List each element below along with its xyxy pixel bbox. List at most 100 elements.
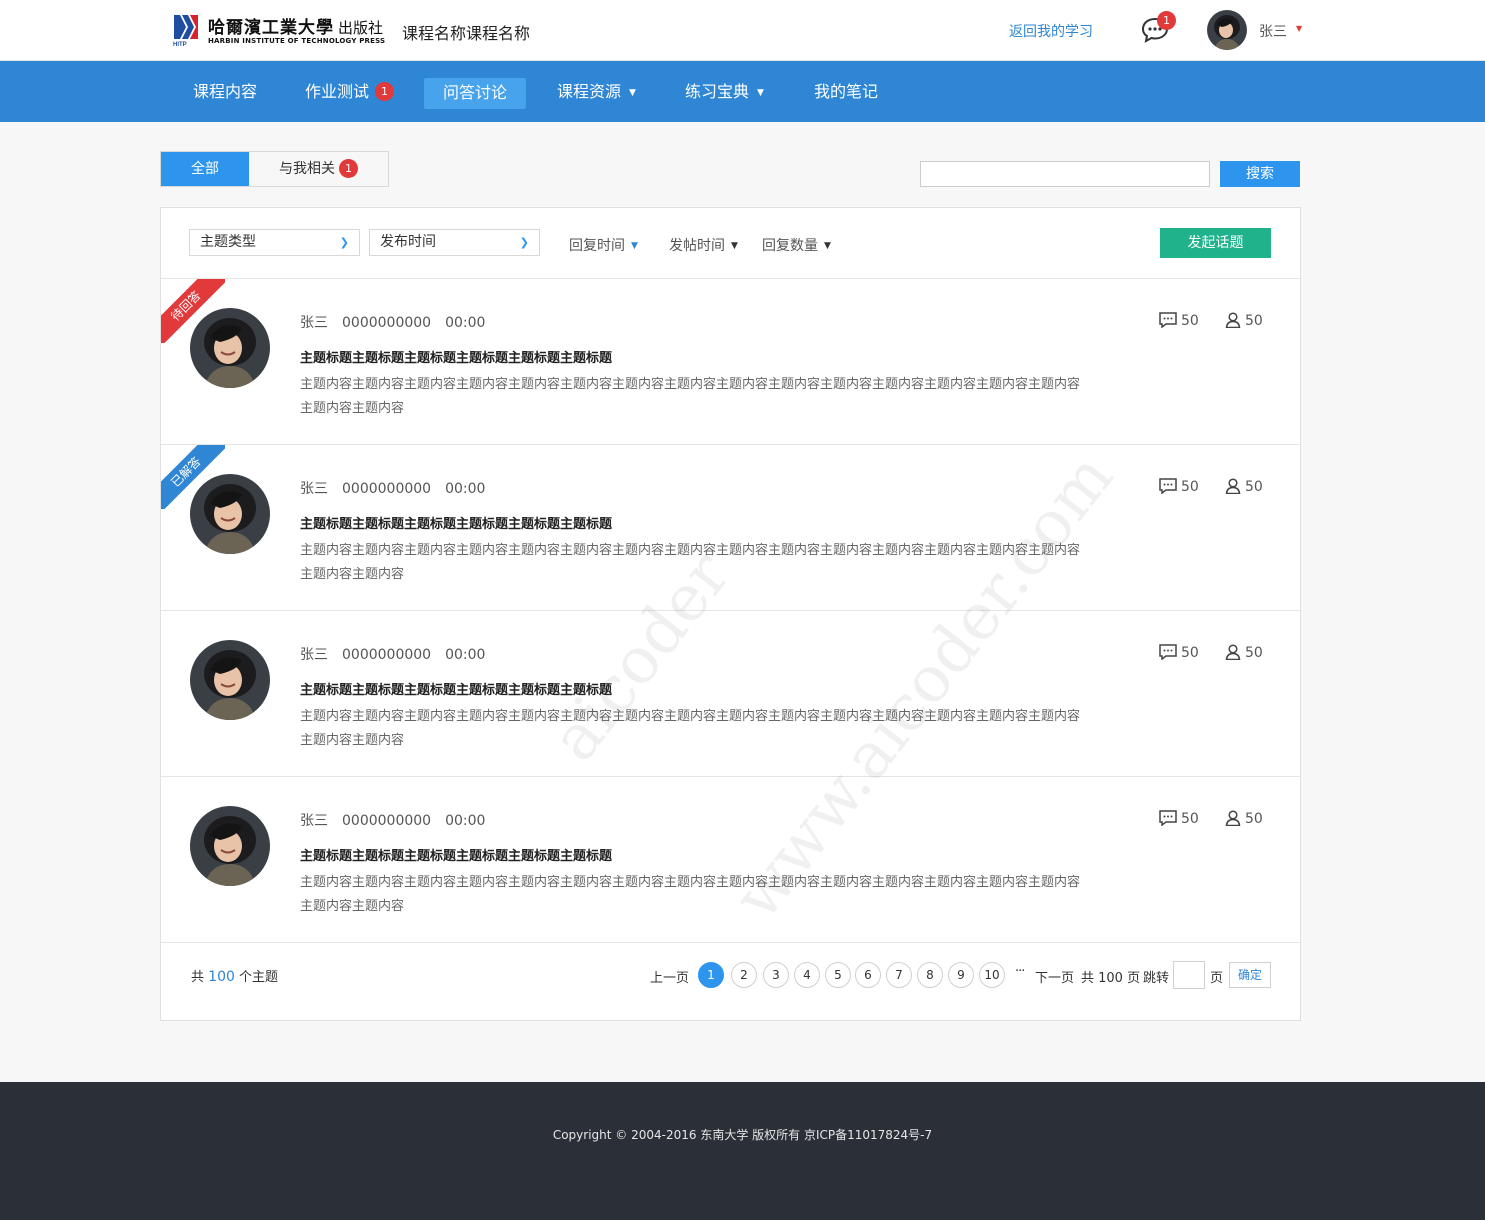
- user-icon: [1225, 478, 1245, 495]
- tab-all[interactable]: 全部: [161, 152, 249, 186]
- chevron-down-icon: ▼: [757, 88, 764, 98]
- topic-body: 主题内容主题内容主题内容主题内容主题内容主题内容主题内容主题内容主题内容主题内容…: [300, 709, 1081, 748]
- page-number-5[interactable]: 5: [825, 962, 851, 988]
- jump-label: 跳转: [1143, 971, 1170, 986]
- comment-icon: [1159, 810, 1181, 827]
- pagination-bar: 共 100 个主题 上一页 1 2 3 4 5 6 7 8 9 10 ··· 下一页 共 100 …: [161, 942, 1300, 1020]
- sort-down-icon: ▼: [631, 241, 638, 251]
- participant-count: 50: [1225, 810, 1263, 827]
- nav-course-resources[interactable]: 课程资源 ▼: [557, 78, 636, 109]
- page-number-4[interactable]: 4: [794, 962, 820, 988]
- sort-reply-count[interactable]: 回复数量 ▼: [762, 235, 831, 255]
- pagination-ellipsis: ···: [1015, 964, 1025, 979]
- topic-time: 00:00: [445, 813, 486, 829]
- topic-row[interactable]: 已解答 张三 0000000000 00:00 主题标题主题标题主题标题主题标题主题标题…: [161, 445, 1300, 611]
- related-badge: 1: [339, 159, 358, 178]
- new-topic-button[interactable]: 发起话题: [1160, 228, 1271, 258]
- logo-chinese-name: 哈爾濱工業大學 出版社: [208, 18, 384, 38]
- nav-course-content[interactable]: 课程内容: [193, 78, 257, 109]
- topic-panel: 主题类型 ❯ 发布时间 ❯ 回复时间 ▼ 发帖时间 ▼ 回复数量 ▼ 发起话题 待回答…: [160, 207, 1301, 1021]
- user-name[interactable]: 张三: [1259, 21, 1287, 41]
- participant-count: 50: [1225, 644, 1263, 661]
- reply-count: 50: [1159, 644, 1199, 661]
- page-number-9[interactable]: 9: [948, 962, 974, 988]
- page-number-3[interactable]: 3: [763, 962, 789, 988]
- topic-total: 共 100 个主题: [191, 969, 279, 985]
- page-number-1[interactable]: 1: [698, 962, 724, 988]
- topic-filter-tabs: 全部 与我相关 1: [160, 151, 389, 187]
- next-page-link[interactable]: 下一页: [1035, 967, 1074, 986]
- back-to-my-learning-link[interactable]: 返回我的学习: [1009, 21, 1093, 41]
- author-avatar[interactable]: [190, 474, 270, 554]
- topic-meta: 张三 0000000000 00:00: [300, 478, 499, 498]
- reply-count: 50: [1159, 312, 1199, 329]
- topic-meta: 张三 0000000000 00:00: [300, 312, 499, 332]
- jump-page-input[interactable]: [1173, 961, 1205, 989]
- topic-title[interactable]: 主题标题主题标题主题标题主题标题主题标题主题标题: [300, 845, 612, 864]
- page-number-7[interactable]: 7: [886, 962, 912, 988]
- nav-qa-discussion[interactable]: 问答讨论: [424, 78, 527, 109]
- user-avatar[interactable]: [1207, 10, 1247, 50]
- svg-text:HITP: HITP: [173, 42, 187, 47]
- page-number-6[interactable]: 6: [855, 962, 881, 988]
- page-number-2[interactable]: 2: [731, 962, 757, 988]
- nav-homework-test[interactable]: 作业测试 1: [305, 78, 395, 109]
- user-menu-caret-icon[interactable]: ▼: [1296, 24, 1302, 33]
- topic-row[interactable]: 张三 0000000000 00:00 主题标题主题标题主题标题主题标题主题标题主题标…: [161, 611, 1300, 777]
- topic-title[interactable]: 主题标题主题标题主题标题主题标题主题标题主题标题: [300, 347, 612, 366]
- search-button[interactable]: 搜索: [1220, 161, 1300, 187]
- user-icon: [1225, 312, 1245, 329]
- topic-id: 0000000000: [342, 481, 432, 497]
- comment-icon: [1159, 644, 1181, 661]
- author-avatar[interactable]: [190, 308, 270, 388]
- copyright-text: Copyright © 2004-2016 东南大学 版权所有 京ICP备110…: [552, 1128, 933, 1142]
- top-header: HITP 哈爾濱工業大學 出版社 HARBIN INSTITUTE OF TECH…: [0, 0, 1485, 61]
- course-nav: 课程内容 作业测试 1 问答讨论 课程资源 ▼ 练习宝典 ▼ 我的笔记: [0, 61, 1485, 122]
- message-count-badge: 1: [1157, 11, 1176, 30]
- publish-time-select[interactable]: 发布时间 ❯: [369, 229, 540, 256]
- reply-count: 50: [1159, 810, 1199, 827]
- topic-title[interactable]: 主题标题主题标题主题标题主题标题主题标题主题标题: [300, 513, 612, 532]
- user-icon: [1225, 644, 1245, 661]
- topic-title[interactable]: 主题标题主题标题主题标题主题标题主题标题主题标题: [300, 679, 612, 698]
- topic-type-select[interactable]: 主题类型 ❯: [189, 229, 360, 256]
- topic-row[interactable]: 待回答 张三 0000000000 00:00 主题标题主题标题主题标题主题标题主题标题…: [161, 279, 1300, 445]
- comment-icon: [1159, 312, 1181, 329]
- tab-related-to-me[interactable]: 与我相关 1: [249, 152, 388, 186]
- logo-english-name: HARBIN INSTITUTE OF TECHNOLOGY PRESS: [208, 37, 386, 45]
- topic-id: 0000000000: [342, 315, 432, 331]
- topic-author[interactable]: 张三: [300, 315, 328, 331]
- prev-page-link[interactable]: 上一页: [650, 967, 689, 986]
- sort-post-time[interactable]: 发帖时间 ▼: [669, 235, 738, 255]
- chevron-down-icon: ▼: [629, 88, 636, 98]
- publisher-logo[interactable]: HITP 哈爾濱工業大學 出版社 HARBIN INSTITUTE OF TECH…: [172, 13, 385, 49]
- nav-my-notes[interactable]: 我的笔记: [814, 78, 878, 109]
- chevron-down-icon: ❯: [339, 236, 349, 249]
- comment-icon: [1159, 478, 1181, 495]
- page-number-10[interactable]: 10: [979, 962, 1005, 988]
- search-input[interactable]: [920, 161, 1210, 187]
- participant-count: 50: [1225, 312, 1263, 329]
- topic-body: 主题内容主题内容主题内容主题内容主题内容主题内容主题内容主题内容主题内容主题内容…: [300, 875, 1081, 914]
- author-avatar[interactable]: [190, 640, 270, 720]
- participant-count: 50: [1225, 478, 1263, 495]
- nav-practice-book[interactable]: 练习宝典 ▼: [685, 78, 764, 109]
- topic-author[interactable]: 张三: [300, 647, 328, 663]
- site-footer: Copyright © 2004-2016 东南大学 版权所有 京ICP备110…: [0, 1082, 1485, 1220]
- hitp-logo-icon: HITP: [172, 13, 200, 47]
- topic-author[interactable]: 张三: [300, 481, 328, 497]
- topic-time: 00:00: [445, 481, 486, 497]
- topic-meta: 张三 0000000000 00:00: [300, 644, 499, 664]
- page-unit: 页: [1210, 971, 1224, 986]
- page-number-8[interactable]: 8: [917, 962, 943, 988]
- topic-meta: 张三 0000000000 00:00: [300, 810, 499, 830]
- author-avatar[interactable]: [190, 806, 270, 886]
- topic-row[interactable]: 张三 0000000000 00:00 主题标题主题标题主题标题主题标题主题标题主题标…: [161, 777, 1300, 943]
- topic-id: 0000000000: [342, 813, 432, 829]
- sort-reply-time[interactable]: 回复时间 ▼: [569, 235, 638, 255]
- topic-body: 主题内容主题内容主题内容主题内容主题内容主题内容主题内容主题内容主题内容主题内容…: [300, 377, 1081, 416]
- jump-confirm-button[interactable]: 确定: [1229, 962, 1271, 988]
- page-total: 共 100 页: [1081, 971, 1141, 986]
- chevron-down-icon: ❯: [519, 236, 529, 249]
- topic-author[interactable]: 张三: [300, 813, 328, 829]
